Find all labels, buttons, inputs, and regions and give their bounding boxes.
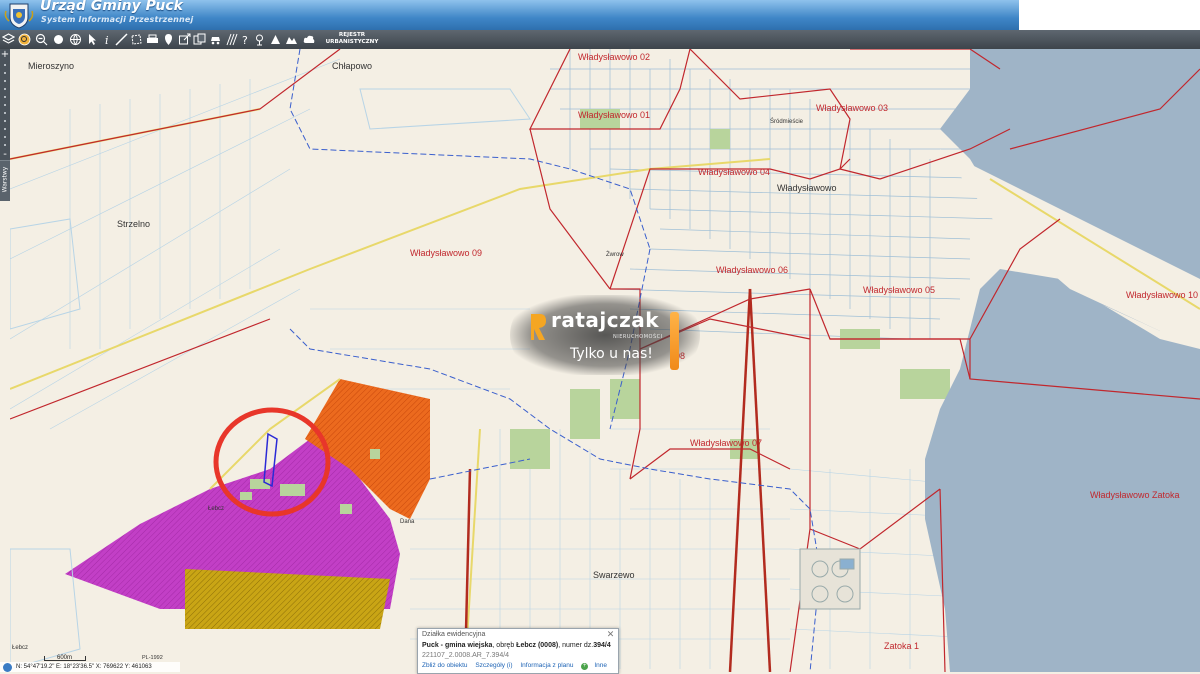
zoom-level-tick[interactable]: [4, 88, 6, 90]
more-link[interactable]: + Inne: [581, 662, 613, 670]
app-title: Urząd Gminy Puck: [40, 0, 183, 14]
zoom-level-tick[interactable]: [4, 128, 6, 130]
pointer-icon[interactable]: [85, 32, 100, 47]
zoom-level-tick[interactable]: [4, 136, 6, 138]
label-srodmiescie: Śródmieście: [770, 117, 804, 125]
layers-tab-label: Warstwy: [1, 166, 9, 193]
label-wladyslawowo-03: Władysławowo 03: [816, 103, 888, 113]
svg-text:i: i: [105, 34, 109, 46]
popup-text-numer: , numer dz.: [558, 642, 594, 649]
planning-zone-agricultural: [185, 569, 390, 629]
zoom-extent-icon[interactable]: [17, 32, 32, 47]
label-zatoka-1: Zatoka 1: [884, 641, 919, 651]
label-zwrow: Żwrow: [606, 251, 624, 258]
coordinate-system-label: PL-1992: [142, 655, 163, 661]
zoom-level-tick[interactable]: [4, 80, 6, 82]
label-wladyslawowo-10: Władysławowo 10: [1126, 290, 1198, 300]
label-lebcz: Łebcz: [12, 645, 28, 651]
pin-icon[interactable]: [161, 32, 176, 47]
zoom-level-tick[interactable]: [4, 144, 6, 146]
label-wladyslawowo-06: Władysławowo 06: [716, 265, 788, 275]
app-subtitle: System Informacji Przestrzennej: [41, 15, 194, 24]
watermark-accent-bar: [670, 312, 679, 370]
label-wladyslawowo-07: Władysławowo 07: [690, 438, 762, 448]
label-lebcz-area: Łebcz: [208, 506, 224, 512]
cursor-coordinates: N: 54°47'19.2" E: 18°23'36.5" X: 769622 …: [16, 664, 152, 670]
close-icon[interactable]: ✕: [606, 630, 615, 639]
zoom-level-tick[interactable]: [4, 112, 6, 114]
popup-precinct: Łebcz (0008): [516, 642, 559, 649]
label-wladyslawowo-01: Władysławowo 01: [578, 110, 650, 120]
details-link[interactable]: Szczegóły (i): [475, 662, 512, 669]
treatment-plant: [799, 548, 861, 610]
app-header: Urząd Gminy Puck System Informacji Przes…: [0, 0, 1019, 30]
scale-label: 600m: [57, 655, 73, 661]
popup-title: Działka ewidencyjna: [422, 631, 486, 638]
car-icon[interactable]: [208, 32, 223, 47]
popup-text-obreb: , obręb: [492, 642, 517, 649]
popup-parcel-description: Puck - gmina wiejska, obręb Łebcz (0008)…: [422, 642, 611, 649]
label-chlapowo: Chłapowo: [332, 61, 372, 71]
header-blank-area: [1019, 0, 1200, 30]
info-icon[interactable]: i: [100, 32, 115, 47]
zoom-out-icon[interactable]: [34, 32, 49, 47]
cloud-icon: [303, 35, 315, 43]
label-wladyslawowo-05: Władysławowo 05: [863, 285, 935, 295]
measure-area-icon[interactable]: [129, 32, 144, 47]
popup-parcel-number: 394/4: [593, 642, 611, 649]
label-mieroszyno: Mieroszyno: [28, 61, 74, 71]
popup-commune: Puck - gmina wiejska: [422, 642, 493, 649]
label-wladyslawowo: Władysławowo: [777, 183, 837, 193]
layers-icon[interactable]: [1, 32, 16, 47]
mark-icon[interactable]: [268, 32, 283, 47]
zoom-level-tick[interactable]: [4, 96, 6, 98]
watermark-brand: ratajczak: [551, 308, 660, 332]
label-wladyslawowo-zatoka: Władysławowo Zatoka: [1090, 490, 1180, 500]
plus-icon: +: [581, 663, 589, 670]
label-strzelno: Strzelno: [117, 219, 150, 229]
hatch-icon[interactable]: [224, 32, 239, 47]
urban-registry-button[interactable]: REJESTR URBANISTYCZNY: [303, 32, 387, 48]
help-icon[interactable]: ?: [238, 32, 253, 47]
label-wladyslawowo-02: Władysławowo 02: [578, 52, 650, 62]
popup-links: Zbliż do obiektu Szczegóły (i) Informacj…: [422, 662, 619, 670]
zoom-to-object-link[interactable]: Zbliż do obiektu: [422, 662, 468, 669]
more-link-label: Inne: [594, 662, 607, 669]
zoom-level-tick[interactable]: [4, 104, 6, 106]
full-circle-icon[interactable]: [51, 32, 66, 47]
label-swarzewo: Swarzewo: [593, 570, 635, 580]
label-wladyslawowo-09: Władysławowo 09: [410, 248, 482, 258]
coat-of-arms-logo: [4, 3, 34, 29]
label-wladyslawowo-04: Władysławowo 04: [698, 167, 770, 177]
map-toolbar: i ? REJESTR URBANISTYCZNY: [0, 30, 1200, 50]
watermark-tagline: Tylko u nas!: [570, 346, 653, 362]
plan-info-link[interactable]: Informacja z planu: [520, 662, 573, 669]
popup-parcel-id: 221107_2.0008.AR_7.394/4: [422, 652, 510, 659]
measure-line-icon[interactable]: [114, 32, 129, 47]
location-icon: [3, 663, 12, 672]
zoom-level-tick[interactable]: [4, 120, 6, 122]
zoom-out-button[interactable]: -: [0, 150, 10, 160]
urban-registry-label: REJESTR URBANISTYCZNY: [325, 32, 379, 45]
copy-icon[interactable]: [192, 32, 207, 47]
network-icon[interactable]: [252, 32, 267, 47]
terrain-icon[interactable]: [284, 32, 299, 47]
ratajczak-logo-icon: [531, 314, 546, 340]
export-icon[interactable]: [177, 32, 192, 47]
watermark-subbrand: NIERUCHOMOŚCI: [613, 334, 663, 340]
print-icon[interactable]: [145, 32, 160, 47]
zoom-level-tick[interactable]: [4, 72, 6, 74]
zoom-in-button[interactable]: +: [0, 50, 10, 60]
zoom-level-tick[interactable]: [4, 64, 6, 66]
globe-icon[interactable]: [68, 32, 83, 47]
parcel-info-popup: Działka ewidencyjna ✕ Puck - gmina wiejs…: [417, 628, 619, 674]
svg-text:?: ?: [242, 34, 248, 46]
label-dana: Dana: [400, 519, 415, 525]
